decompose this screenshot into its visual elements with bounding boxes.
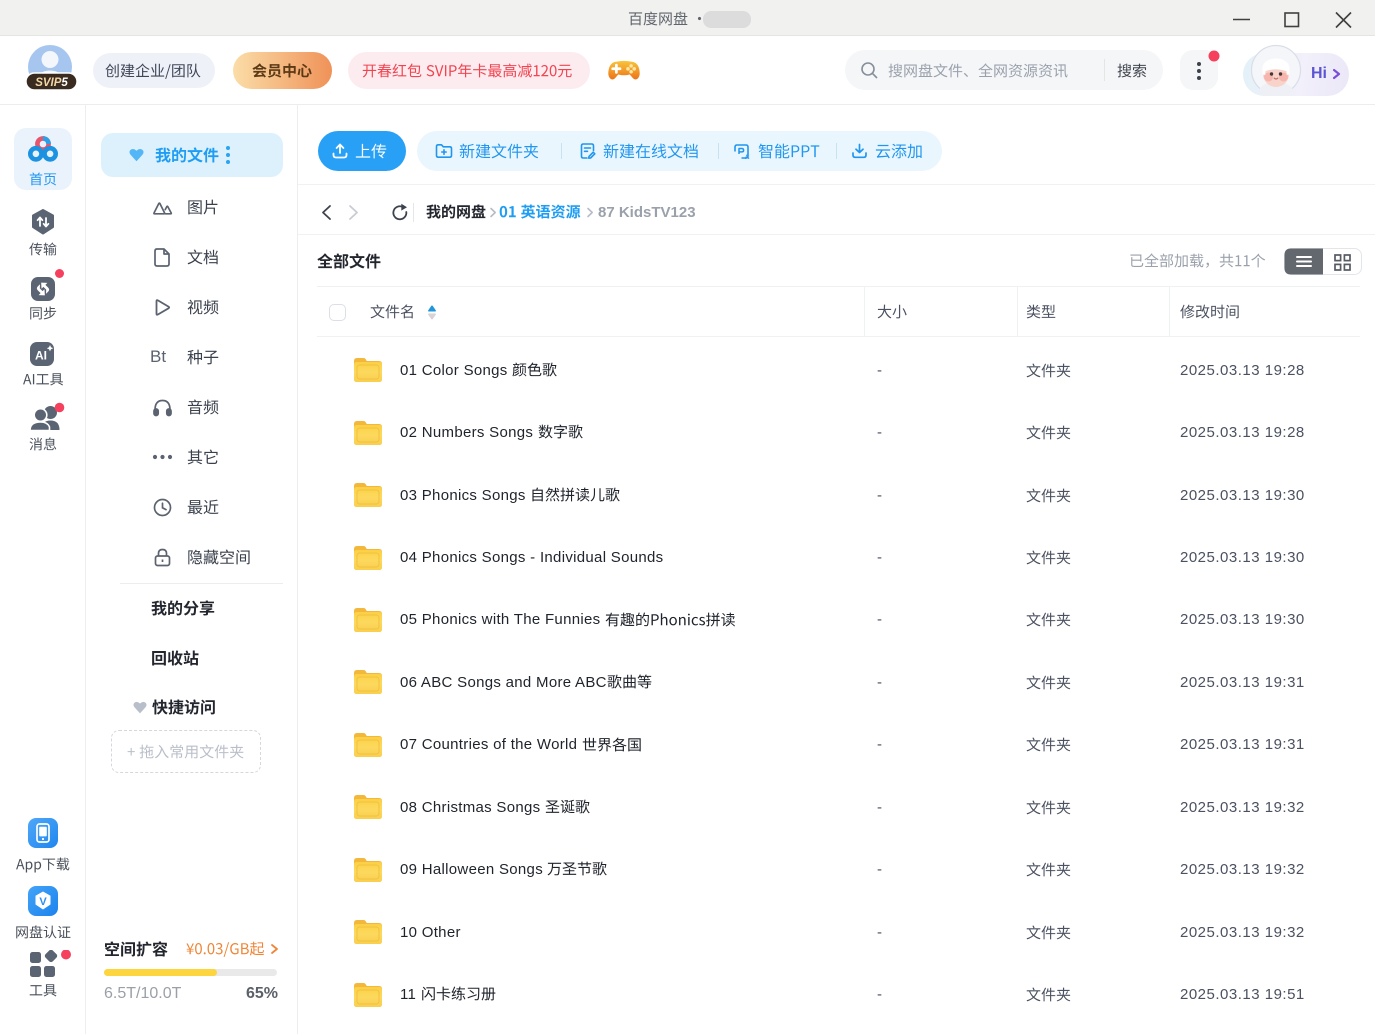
svg-text:AI: AI: [35, 349, 47, 363]
svg-text:V: V: [39, 896, 47, 908]
svg-text:SVIP5: SVIP5: [35, 77, 68, 89]
svg-text:AI: AI: [745, 154, 750, 160]
